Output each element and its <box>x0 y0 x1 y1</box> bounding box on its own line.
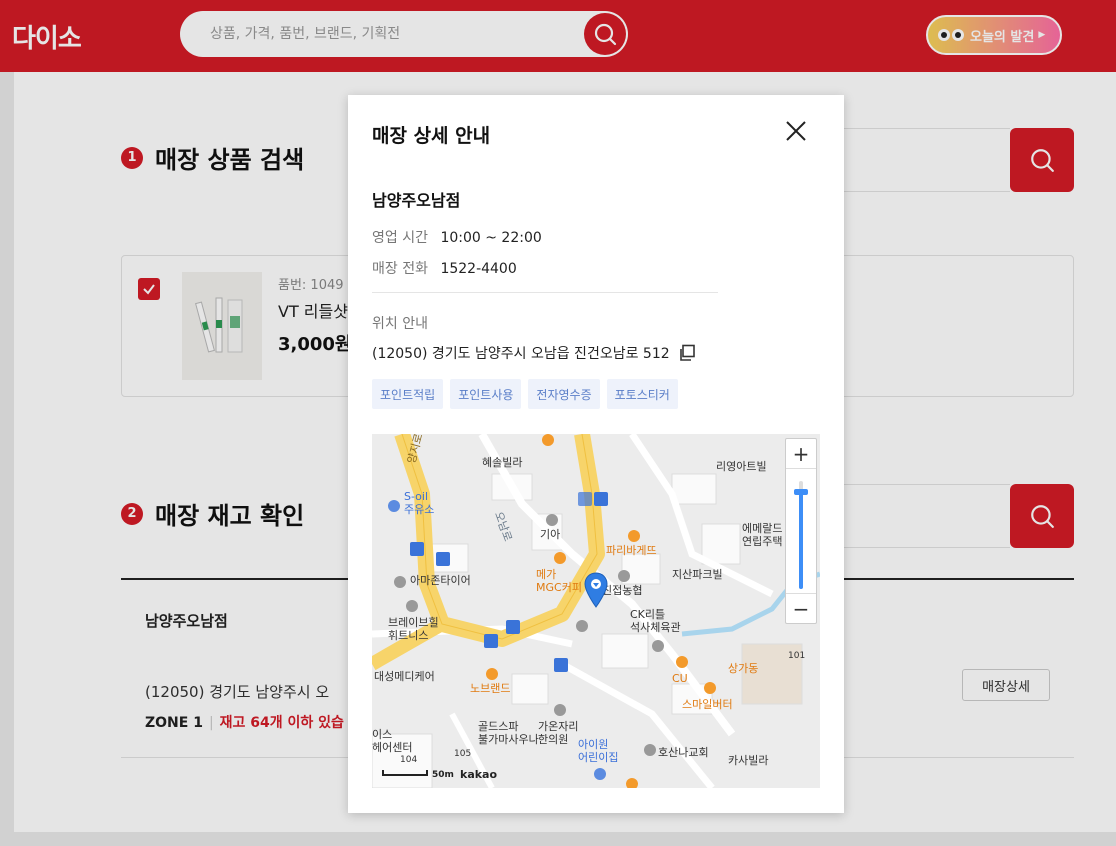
map-label-aiwon: 아이원 어린이집 <box>578 738 619 764</box>
store-map[interactable]: 혜솔빌라 리영아트빌 S-oil 주유소 기아 파리바게뜨 에메랄드 연립주택 … <box>372 434 820 788</box>
map-label-paris: 파리바게뜨 <box>606 544 657 557</box>
phone-row: 매장 전화 1522-4400 <box>372 258 517 278</box>
store-detail-modal: 매장 상세 안내 남양주오남점 영업 시간 10:00 ~ 22:00 매장 전… <box>348 95 844 813</box>
map-label-emerald: 에메랄드 연립주택 <box>742 522 783 548</box>
copy-icon[interactable] <box>678 344 696 362</box>
map-label-jinjeop: 진접농협 <box>602 584 643 597</box>
location-label: 위치 안내 <box>372 316 428 332</box>
zoom-out-button[interactable]: − <box>786 593 816 623</box>
map-label-ck: CK리틀 석사체육관 <box>630 608 681 634</box>
map-label-jisan: 지산파크빌 <box>672 568 723 581</box>
tag-point-use: 포인트사용 <box>450 379 522 409</box>
map-label-amazon: 아마존타이어 <box>410 574 471 587</box>
map-scale-bar <box>382 770 428 776</box>
service-tags: 포인트적립 포인트사용 전자영수증 포토스티커 <box>372 379 678 409</box>
tag-point-earn: 포인트적립 <box>372 379 444 409</box>
hours-label: 영업 시간 <box>372 230 428 246</box>
zoom-slider-handle[interactable] <box>794 489 808 495</box>
modal-title: 매장 상세 안내 <box>372 125 491 147</box>
map-label-noble: 노브랜드 <box>470 682 511 695</box>
tag-photo-sticker: 포토스티커 <box>606 379 678 409</box>
zoom-in-button[interactable]: + <box>786 439 816 469</box>
map-label-golf: 골드스파 불가마사우나 <box>478 720 539 746</box>
hours-row: 영업 시간 10:00 ~ 22:00 <box>372 227 542 247</box>
map-label-ice: 이스 헤어센터 <box>372 728 413 754</box>
phone-label: 매장 전화 <box>372 261 428 277</box>
modal-address: (12050) 경기도 남양주시 오남읍 진건오남로 512 <box>372 343 696 363</box>
map-attribution[interactable]: kakao <box>460 768 497 781</box>
modal-address-text: (12050) 경기도 남양주시 오남읍 진건오남로 512 <box>372 346 670 362</box>
map-label-soil: S-oil 주유소 <box>404 490 435 516</box>
map-label-sanggadong: 상가동 <box>728 662 759 675</box>
map-label-liyoung: 리영아트빌 <box>716 460 767 473</box>
map-label-n101: 101 <box>788 651 806 661</box>
map-label-n105: 105 <box>454 749 472 759</box>
zoom-slider[interactable] <box>794 481 808 589</box>
map-label-cu: CU <box>672 672 688 685</box>
tag-e-receipt: 전자영수증 <box>528 379 600 409</box>
map-label-hesol: 혜솔빌라 <box>482 456 523 469</box>
map-label-daesung: 대성메디케어 <box>374 670 435 683</box>
map-zoom-control: + − <box>785 438 817 624</box>
modal-close-button[interactable] <box>782 117 810 145</box>
map-label-hosan: 호산나교회 <box>658 746 709 759</box>
map-label-casa: 카사빌라 <box>728 754 769 767</box>
map-label-gaon: 가온자리 한의원 <box>538 720 579 746</box>
map-label-n104: 104 <box>400 755 418 765</box>
hours-value: 10:00 ~ 22:00 <box>440 230 542 246</box>
map-roads <box>372 434 820 788</box>
modal-divider <box>372 292 718 293</box>
phone-value[interactable]: 1522-4400 <box>440 261 516 277</box>
store-marker-icon[interactable] <box>584 572 608 608</box>
map-label-smile: 스마일버터 <box>682 698 733 711</box>
modal-store-name: 남양주오남점 <box>372 191 461 210</box>
map-label-brave: 브레이브힐 휘트니스 <box>388 616 439 642</box>
map-label-kia: 기아 <box>540 528 561 541</box>
map-label-mega: 메가 MGC커피 <box>536 568 582 594</box>
close-icon <box>786 121 806 141</box>
map-scale-text: 50m <box>432 770 454 780</box>
